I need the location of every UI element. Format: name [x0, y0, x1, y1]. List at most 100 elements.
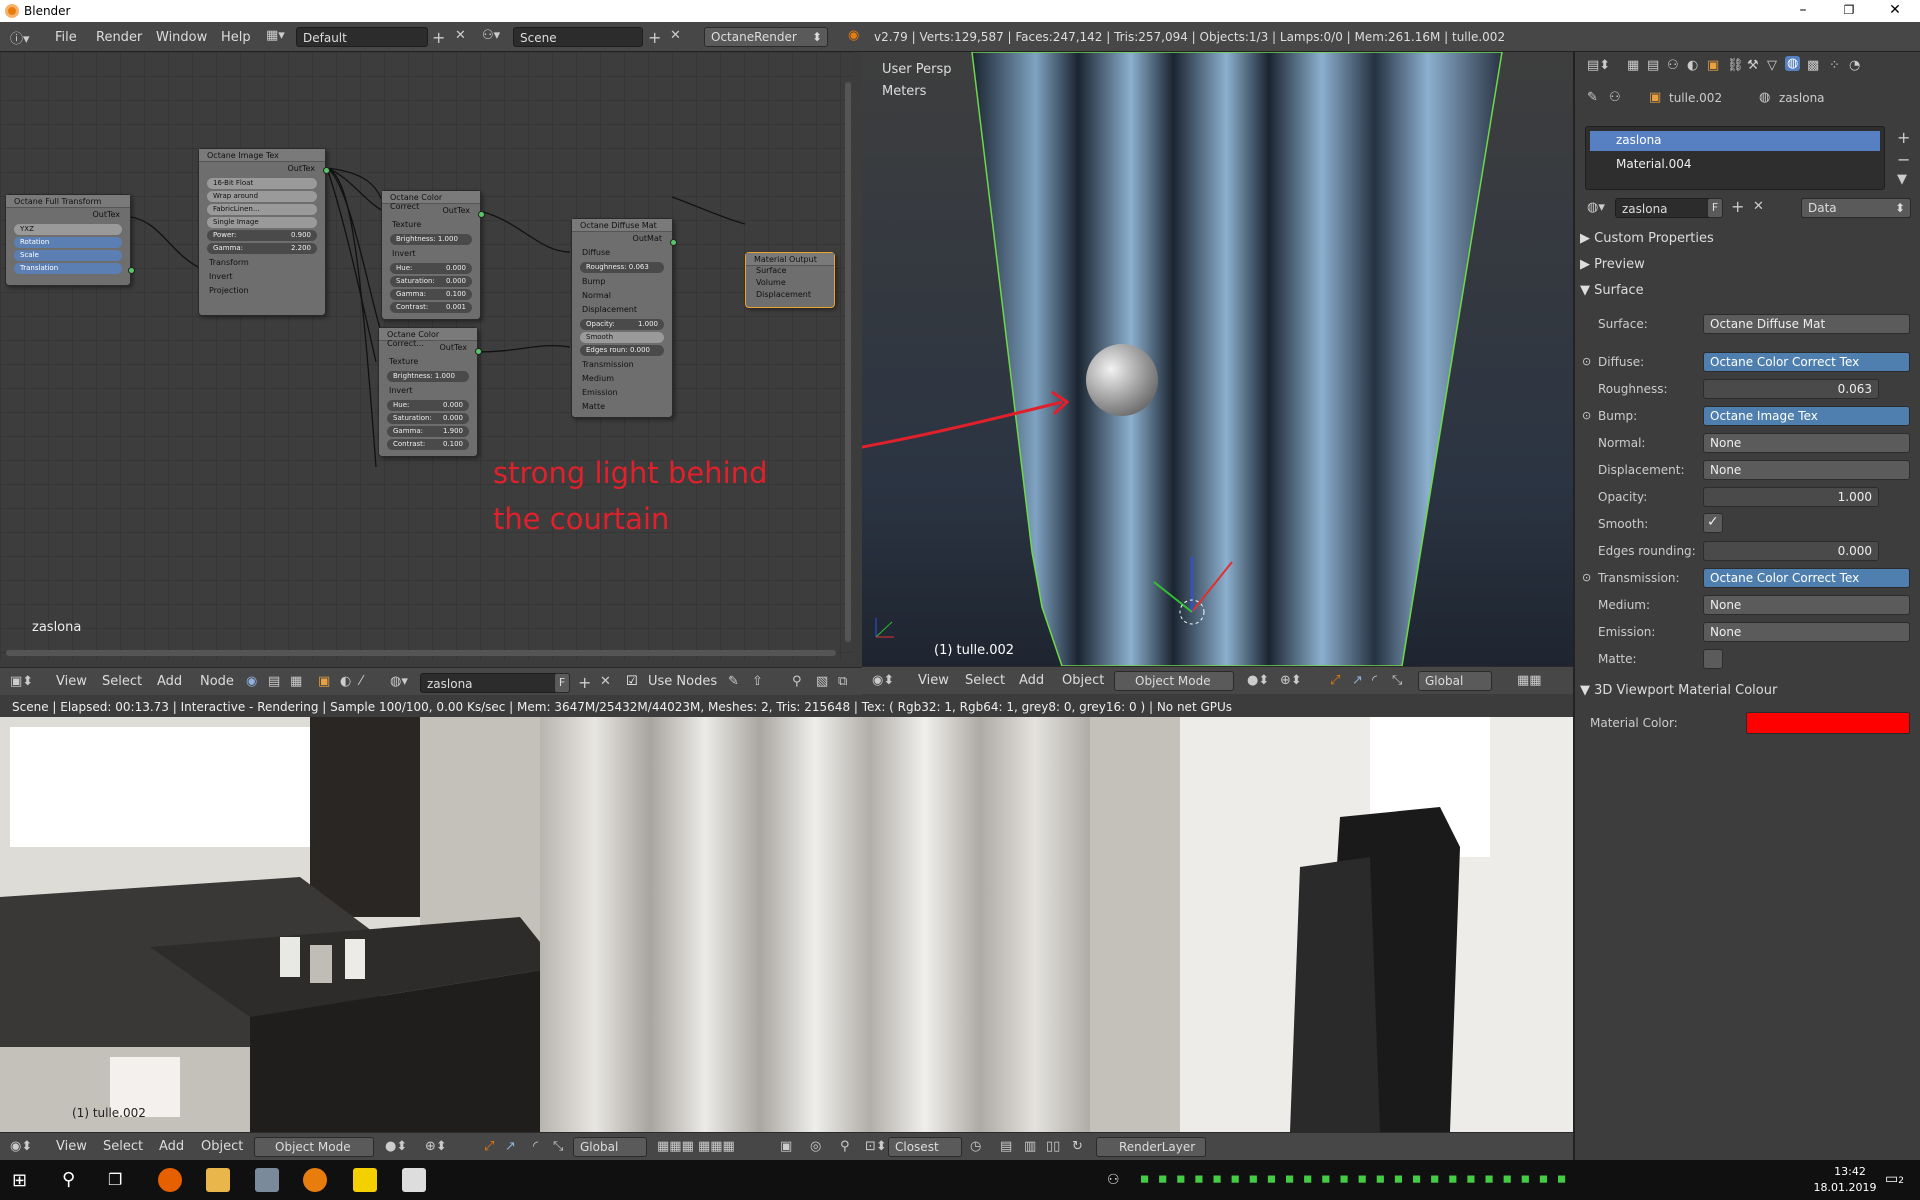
tab-data-icon[interactable]: ▽: [1767, 58, 1777, 73]
output-socket[interactable]: [323, 167, 330, 174]
pin-icon[interactable]: ✎: [1587, 90, 1598, 105]
unlink-material-icon[interactable]: ✕: [600, 674, 611, 689]
diffuse-link-icon[interactable]: ⊙: [1582, 355, 1591, 368]
displacement-select[interactable]: None: [1703, 460, 1910, 480]
slot-menu-icon[interactable]: ▼: [1897, 172, 1907, 187]
add-scene-icon[interactable]: +: [648, 28, 661, 47]
manipulator-icon[interactable]: ⤢: [484, 1139, 494, 1154]
link-select[interactable]: Data ⬍: [1801, 198, 1911, 218]
roughness-field[interactable]: 0.063: [1703, 379, 1879, 399]
hue-field[interactable]: Hue: 0.000: [387, 400, 469, 411]
material-slot-item[interactable]: zaslona: [1590, 131, 1880, 151]
brightness-field[interactable]: Brightness: 1.000: [387, 371, 469, 382]
proportional-icon[interactable]: ◎: [810, 1139, 821, 1154]
translation-slot[interactable]: Translation: [14, 263, 122, 274]
snap-icon[interactable]: ⚲: [840, 1139, 850, 1154]
material-slots-list[interactable]: zaslona Material.004: [1585, 126, 1885, 190]
panel-preview[interactable]: ▶ Preview: [1580, 257, 1645, 272]
compositing-nodes-icon[interactable]: ▦: [290, 674, 302, 689]
new-material-icon[interactable]: +: [1731, 197, 1744, 216]
menu-node[interactable]: Node: [200, 674, 234, 689]
gamma-field[interactable]: Gamma: 1.900: [387, 426, 469, 437]
scene-icon[interactable]: ⚇▾: [482, 28, 500, 43]
screen-layout-icon[interactable]: ▦▾: [266, 28, 285, 43]
screen-layout-field[interactable]: Default: [296, 27, 428, 47]
menu-help[interactable]: Help: [221, 30, 251, 45]
viewport-3d[interactable]: User Persp Meters (1) tulle.002: [862, 52, 1573, 666]
power-field[interactable]: Power: 0.900: [207, 230, 317, 241]
tab-render-icon[interactable]: ▦: [1627, 58, 1639, 73]
rotate-icon[interactable]: ◜: [1372, 673, 1377, 688]
use-nodes-checkbox[interactable]: ☑: [626, 674, 638, 689]
contrast-field[interactable]: Contrast: 0.001: [390, 302, 472, 313]
editor-type-icon[interactable]: ◉⬍: [10, 1139, 32, 1154]
render-layer-select[interactable]: RenderLayer: [1096, 1137, 1206, 1157]
info-editor-icon[interactable]: ⓘ▾: [10, 28, 30, 47]
roughness-field[interactable]: Roughness: 0.063: [580, 262, 664, 273]
snap-element-icon[interactable]: ⊡⬍: [865, 1139, 887, 1154]
transmission-texture-select[interactable]: Octane Color Correct Tex: [1703, 568, 1910, 588]
contrast-field[interactable]: Contrast: 0.100: [387, 439, 469, 450]
tab-world-icon[interactable]: ◐: [1687, 58, 1698, 73]
material-name-field[interactable]: zaslona: [420, 673, 570, 693]
clock-date[interactable]: 18.01.2019: [1805, 1181, 1885, 1194]
notifications-icon[interactable]: ▭2: [1885, 1171, 1904, 1187]
opacity-field[interactable]: 1.000: [1703, 487, 1879, 507]
bit-depth-select[interactable]: 16-Bit Float: [207, 178, 317, 189]
tab-scene-icon[interactable]: ⚇: [1667, 58, 1679, 73]
rotate-icon[interactable]: ◜: [533, 1139, 538, 1154]
vertical-scrollbar[interactable]: [845, 82, 851, 642]
invert-checkbox[interactable]: Invert: [379, 384, 477, 398]
node-color-correct-1[interactable]: Octane Color Correct OutTex Texture Brig…: [381, 190, 485, 320]
editor-type-icon[interactable]: ◉⬍: [872, 673, 894, 688]
snap-align-icon[interactable]: ◷: [970, 1139, 981, 1154]
file-explorer-icon[interactable]: [206, 1168, 230, 1192]
node-image-tex[interactable]: Octane Image Tex OutTex 16-Bit Float Wra…: [198, 148, 330, 316]
menu-object[interactable]: Object: [201, 1139, 243, 1154]
new-material-icon[interactable]: +: [578, 673, 591, 692]
layers-icon[interactable]: ▦▦▦ ▦▦▦: [657, 1139, 735, 1154]
texture-nodes-icon[interactable]: ▤: [268, 674, 280, 689]
close-icon[interactable]: ✕: [1872, 0, 1918, 22]
shader-nodes-icon[interactable]: ◉: [246, 674, 257, 689]
node-color-correct-2[interactable]: Octane Color Correct... OutTex Texture B…: [378, 327, 482, 457]
bump-link-icon[interactable]: ⊙: [1582, 409, 1591, 422]
people-icon[interactable]: ⚇: [1107, 1172, 1120, 1188]
menu-select[interactable]: Select: [103, 1139, 143, 1154]
world-icon[interactable]: ◐: [340, 674, 351, 689]
tab-material-icon[interactable]: ◍: [1785, 56, 1801, 71]
photos-icon[interactable]: [402, 1168, 426, 1192]
translate-icon[interactable]: ↗: [1352, 673, 1363, 688]
edges-rounding-field[interactable]: Edges roun: 0.000: [580, 345, 664, 356]
search-icon[interactable]: ⚲: [62, 1169, 75, 1190]
start-icon[interactable]: ⊞: [12, 1170, 27, 1191]
pivot-icon[interactable]: ⊕⬍: [1280, 673, 1302, 688]
menu-add[interactable]: Add: [1019, 673, 1044, 688]
translate-icon[interactable]: ↗: [505, 1139, 516, 1154]
firefox-icon[interactable]: [158, 1168, 182, 1192]
normal-select[interactable]: None: [1703, 433, 1910, 453]
object-icon[interactable]: ▣: [318, 674, 330, 689]
fake-user-button[interactable]: F: [1707, 198, 1723, 218]
pause-icon[interactable]: ▯▯: [1046, 1139, 1060, 1154]
saturation-field[interactable]: Saturation: 0.000: [390, 276, 472, 287]
menu-view[interactable]: View: [918, 673, 949, 688]
editor-type-icon[interactable]: ▣⬍: [10, 674, 33, 689]
panel-surface[interactable]: ▼ Surface: [1580, 283, 1644, 298]
output-socket[interactable]: [128, 267, 135, 274]
parent-icon[interactable]: ⇧: [752, 674, 763, 689]
menu-add[interactable]: Add: [157, 674, 182, 689]
clock-time[interactable]: 13:42: [1820, 1165, 1880, 1178]
tab-physics-icon[interactable]: ◔: [1849, 58, 1860, 73]
menu-window[interactable]: Window: [156, 30, 207, 45]
render-engine-select[interactable]: OctaneRender ⬍: [704, 27, 828, 47]
panel-viewport-colour[interactable]: ▼ 3D Viewport Material Colour: [1580, 683, 1777, 698]
material-name-field[interactable]: zaslona: [1615, 198, 1715, 218]
wrap-select[interactable]: Wrap around: [207, 191, 317, 202]
matte-checkbox[interactable]: Matte: [572, 400, 672, 414]
image-mode-select[interactable]: Single Image: [207, 217, 317, 228]
material-color-swatch[interactable]: [1746, 712, 1910, 734]
hue-field[interactable]: Hue: 0.000: [390, 263, 472, 274]
output-socket[interactable]: [670, 239, 677, 246]
material-browse-icon[interactable]: ◍▾: [1587, 200, 1605, 215]
